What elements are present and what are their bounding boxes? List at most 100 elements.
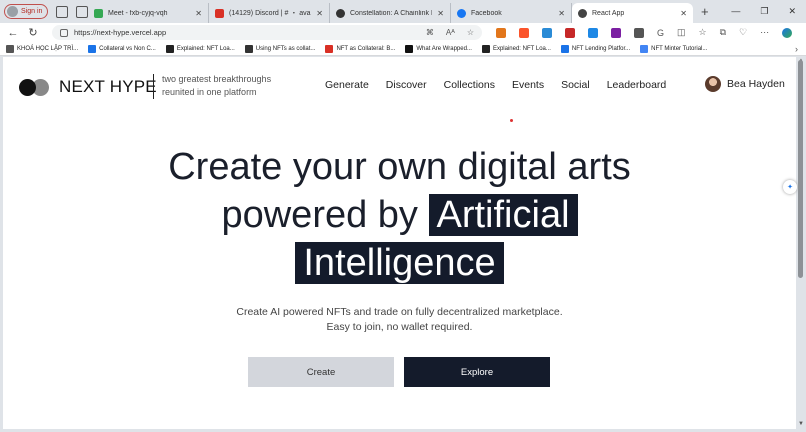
bookmark-item[interactable]: Explained: NFT Loa... (481, 44, 551, 53)
extension-red-icon[interactable] (565, 27, 575, 38)
bookmark-icon (325, 44, 334, 53)
main-nav: Generate Discover Collections Events Soc… (325, 79, 666, 91)
hero-highlight-intelligence: Intelligence (295, 242, 504, 284)
new-tab-button[interactable]: + (701, 4, 709, 19)
split-screen-icon[interactable]: ◫ (677, 27, 686, 38)
refresh-icon[interactable]: ↻ (26, 26, 40, 39)
hero-line-2: powered by Artificial (3, 191, 796, 239)
workspaces-icon[interactable] (56, 5, 68, 18)
meet-favicon-icon (94, 8, 103, 18)
hero-subtitle: Create AI powered NFTs and trade on full… (3, 305, 796, 335)
extension-purple-icon[interactable] (611, 27, 621, 38)
minimize-icon[interactable]: — (731, 6, 740, 17)
extension-s-icon[interactable] (542, 27, 552, 38)
read-aloud-icon[interactable]: Aᴬ (446, 28, 455, 37)
tab-title: Meet - fxb-cyjq-vqh (108, 9, 168, 17)
bookmark-icon (88, 44, 97, 53)
avatar (705, 76, 721, 92)
close-tab-icon[interactable]: ✕ (316, 9, 323, 18)
signin-button[interactable]: Sign in (4, 4, 48, 19)
nav-discover[interactable]: Discover (386, 79, 427, 91)
scroll-down-icon[interactable]: ▼ (798, 421, 804, 427)
assistant-icon[interactable]: ✦ (783, 180, 797, 194)
performance-icon[interactable]: ♡ (739, 27, 747, 38)
nav-events[interactable]: Events (512, 79, 544, 91)
header-divider (153, 74, 154, 99)
hero-plain-text: powered by (221, 194, 418, 236)
lock-icon[interactable] (60, 28, 68, 37)
create-button[interactable]: Create (248, 357, 394, 387)
tab-facebook[interactable]: Facebook ✕ (451, 3, 572, 23)
cursor-dot (510, 119, 513, 122)
bookmark-label: KHOÁ HỌC LẬP TRÌ... (17, 45, 79, 52)
bookmark-icon (6, 44, 14, 53)
close-tab-icon[interactable]: ✕ (437, 9, 444, 18)
user-name: Bea Hayden (727, 78, 785, 90)
browser-window: Sign in Meet - fxb-cyjq-vqh ✕ (14129) Di… (0, 0, 806, 432)
hero-heading: Create your own digital arts powered by … (3, 143, 796, 287)
tab-discord[interactable]: (14129) Discord | # ・ avalo ✕ (209, 3, 330, 23)
tab-react-app[interactable]: React App ✕ (572, 3, 693, 23)
close-tab-icon[interactable]: ✕ (558, 9, 565, 18)
bookmarks-bar: KHOÁ HỌC LẬP TRÌ... Collateral vs Non C.… (0, 42, 806, 56)
react-favicon-icon (578, 8, 587, 18)
copilot-icon[interactable] (782, 27, 793, 38)
url-text[interactable]: https://next-hype.vercel.app (74, 28, 166, 37)
more-menu-icon[interactable]: ⋯ (760, 27, 769, 38)
extension-g-icon[interactable]: G (657, 28, 664, 38)
tab-meet[interactable]: Meet - fxb-cyjq-vqh ✕ (88, 3, 209, 23)
tab-title: (14129) Discord | # ・ avalo (229, 10, 312, 17)
tagline: two greatest breakthroughs reunited in o… (162, 73, 282, 99)
extension-blue-icon[interactable] (588, 27, 598, 38)
back-icon[interactable]: ← (0, 27, 26, 39)
nav-collections[interactable]: Collections (444, 79, 495, 91)
nav-leaderboard[interactable]: Leaderboard (607, 79, 667, 91)
bookmark-label: NFT Minter Tutorial... (651, 45, 708, 52)
bookmark-item[interactable]: KHOÁ HỌC LẬP TRÌ... (6, 44, 79, 53)
hero-line-3: Intelligence (3, 239, 796, 287)
bookmark-label: Explained: NFT Loa... (176, 45, 235, 52)
bookmark-item[interactable]: Collateral vs Non C... (88, 44, 156, 53)
bookmark-item[interactable]: Using NFTs as collat... (244, 44, 315, 53)
close-tab-icon[interactable]: ✕ (195, 9, 202, 18)
signin-label: Sign in (21, 8, 43, 15)
bookmark-item[interactable]: NFT as Collateral: B... (325, 44, 395, 53)
bookmark-icon (244, 44, 253, 53)
address-bar[interactable]: https://next-hype.vercel.app ⌘ Aᴬ ☆ (52, 25, 482, 40)
web-page: NEXT HYPE two greatest breakthroughs reu… (3, 57, 796, 429)
app-grid-icon[interactable]: ⌘ (426, 28, 434, 37)
discord-favicon-icon (215, 8, 224, 18)
favorite-star-icon[interactable]: ☆ (467, 28, 474, 37)
site-logo[interactable]: NEXT HYPE (19, 77, 157, 97)
user-profile[interactable]: Bea Hayden (705, 76, 785, 92)
tab-actions-icon[interactable] (76, 5, 88, 18)
bookmark-item[interactable]: NFT Lending Platfor... (560, 44, 631, 53)
bookmark-icon (560, 44, 569, 53)
favorites-icon[interactable]: ☆ (699, 27, 707, 38)
bookmark-item[interactable]: What Are Wrapped... (405, 44, 472, 53)
page-scrollbar[interactable] (798, 60, 803, 278)
address-toolbar: ← ↻ https://next-hype.vercel.app ⌘ Aᴬ ☆ … (0, 23, 806, 42)
restore-icon[interactable]: ❐ (760, 6, 768, 17)
bookmark-item[interactable]: Explained: NFT Loa... (165, 44, 235, 53)
close-window-icon[interactable]: ✕ (788, 6, 796, 17)
close-tab-icon[interactable]: ✕ (680, 9, 687, 18)
metamask-icon[interactable] (496, 27, 506, 38)
nav-social[interactable]: Social (561, 79, 590, 91)
bookmark-label: NFT Lending Platfor... (571, 45, 631, 52)
nav-generate[interactable]: Generate (325, 79, 369, 91)
subtitle-line: Easy to join, no wallet required. (326, 321, 473, 333)
extension-m-icon[interactable] (634, 27, 644, 38)
tagline-line: reunited in one platform (162, 87, 257, 97)
bookmark-label: What Are Wrapped... (416, 45, 472, 52)
bookmark-label: Collateral vs Non C... (99, 45, 156, 52)
tab-constellation[interactable]: Constellation: A Chainlink Hac ✕ (330, 3, 451, 23)
brave-icon[interactable] (519, 27, 529, 38)
bookmark-item[interactable]: NFT Minter Tutorial... (640, 44, 708, 53)
explore-button[interactable]: Explore (404, 357, 550, 387)
tab-strip: Sign in Meet - fxb-cyjq-vqh ✕ (14129) Di… (0, 0, 806, 23)
bookmarks-overflow-icon[interactable]: › (795, 44, 806, 54)
collections-icon[interactable]: ⧉ (720, 27, 726, 38)
bookmark-icon (165, 44, 174, 53)
window-controls: — ❐ ✕ (731, 6, 806, 17)
